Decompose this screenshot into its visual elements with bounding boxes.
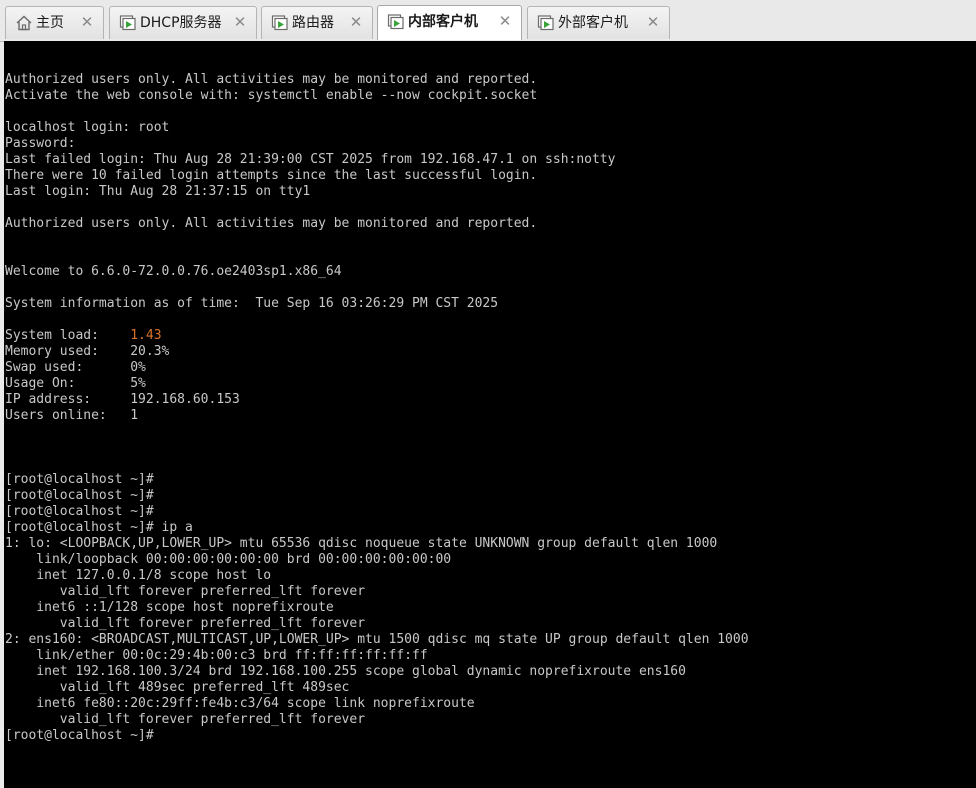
terminal-line: Swap used: 0% — [5, 360, 146, 375]
terminal-line: System load: 1.43 — [5, 328, 162, 343]
terminal-line: Last failed login: Thu Aug 28 21:39:00 C… — [5, 152, 616, 167]
close-icon[interactable]: ✕ — [232, 14, 248, 30]
tab-label: 内部客户机 — [408, 14, 478, 30]
close-icon[interactable]: ✕ — [497, 13, 513, 29]
tab-dhcp-server[interactable]: DHCP服务器 ✕ — [109, 6, 257, 39]
system-load-value: 1.43 — [130, 328, 162, 343]
terminal-line: [root@localhost ~]# — [5, 728, 154, 743]
terminal-line: valid_lft 489sec preferred_lft 489sec — [5, 680, 350, 695]
vm-console[interactable]: Authorized users only. All activities ma… — [4, 41, 976, 788]
terminal-line: link/ether 00:0c:29:4b:00:c3 brd ff:ff:f… — [5, 648, 428, 663]
terminal-line: [root@localhost ~]# — [5, 504, 154, 519]
tab-internal-client[interactable]: 内部客户机 ✕ — [377, 5, 522, 40]
terminal-line: valid_lft forever preferred_lft forever — [5, 616, 366, 631]
terminal-line: link/loopback 00:00:00:00:00:00 brd 00:0… — [5, 552, 452, 567]
terminal-line: inet 192.168.100.3/24 brd 192.168.100.25… — [5, 664, 686, 679]
terminal-line: valid_lft forever preferred_lft forever — [5, 712, 366, 727]
terminal-line: inet6 ::1/128 scope host noprefixroute — [5, 600, 334, 615]
terminal-line: inet6 fe80::20c:29ff:fe4b:c3/64 scope li… — [5, 696, 475, 711]
vmware-window: 主页 ✕ DHCP服务器 ✕ 路由器 ✕ 内部客户机 ✕ 外部客户机 ✕ Aut… — [0, 0, 976, 788]
terminal-line: [root@localhost ~]# — [5, 472, 154, 487]
terminal-line: 2: ens160: <BROADCAST,MULTICAST,UP,LOWER… — [5, 632, 749, 647]
terminal-output: Authorized users only. All activities ma… — [5, 72, 749, 744]
terminal-line: Welcome to 6.6.0-72.0.0.76.oe2403sp1.x86… — [5, 264, 342, 279]
terminal-line: Authorized users only. All activities ma… — [5, 72, 538, 87]
terminal-line: inet 127.0.0.1/8 scope host lo — [5, 568, 272, 583]
close-icon[interactable]: ✕ — [79, 14, 95, 30]
tab-label: DHCP服务器 — [140, 15, 222, 31]
terminal-line: [root@localhost ~]# ip a — [5, 520, 193, 535]
tab-router[interactable]: 路由器 ✕ — [261, 6, 373, 39]
terminal-line: Memory used: 20.3% — [5, 344, 170, 359]
tab-label: 主页 — [36, 15, 64, 31]
terminal-line: System information as of time: Tue Sep 1… — [5, 296, 499, 311]
tab-label: 路由器 — [292, 15, 334, 31]
vm-icon — [271, 14, 289, 32]
vm-icon — [537, 14, 555, 32]
terminal-line: [root@localhost ~]# — [5, 488, 154, 503]
vm-icon — [119, 14, 137, 32]
terminal-line: IP address: 192.168.60.153 — [5, 392, 240, 407]
close-icon[interactable]: ✕ — [348, 14, 364, 30]
close-icon[interactable]: ✕ — [645, 14, 661, 30]
terminal-line: Password: — [5, 136, 76, 151]
terminal-line: Activate the web console with: systemctl… — [5, 88, 538, 103]
terminal-line: 1: lo: <LOOPBACK,UP,LOWER_UP> mtu 65536 … — [5, 536, 718, 551]
terminal-line: valid_lft forever preferred_lft forever — [5, 584, 366, 599]
tab-bar: 主页 ✕ DHCP服务器 ✕ 路由器 ✕ 内部客户机 ✕ 外部客户机 ✕ — [0, 0, 976, 42]
terminal-line: localhost login: root — [5, 120, 170, 135]
terminal-line: Last login: Thu Aug 28 21:37:15 on tty1 — [5, 184, 311, 199]
terminal-line: Usage On: 5% — [5, 376, 146, 391]
tab-external-client[interactable]: 外部客户机 ✕ — [527, 6, 670, 39]
terminal-line: Users online: 1 — [5, 408, 139, 423]
terminal-line: Authorized users only. All activities ma… — [5, 216, 538, 231]
terminal-line: There were 10 failed login attempts sinc… — [5, 168, 538, 183]
tab-label: 外部客户机 — [558, 15, 628, 31]
home-icon — [15, 14, 33, 32]
tab-home[interactable]: 主页 ✕ — [5, 6, 104, 39]
vm-icon — [387, 13, 405, 31]
